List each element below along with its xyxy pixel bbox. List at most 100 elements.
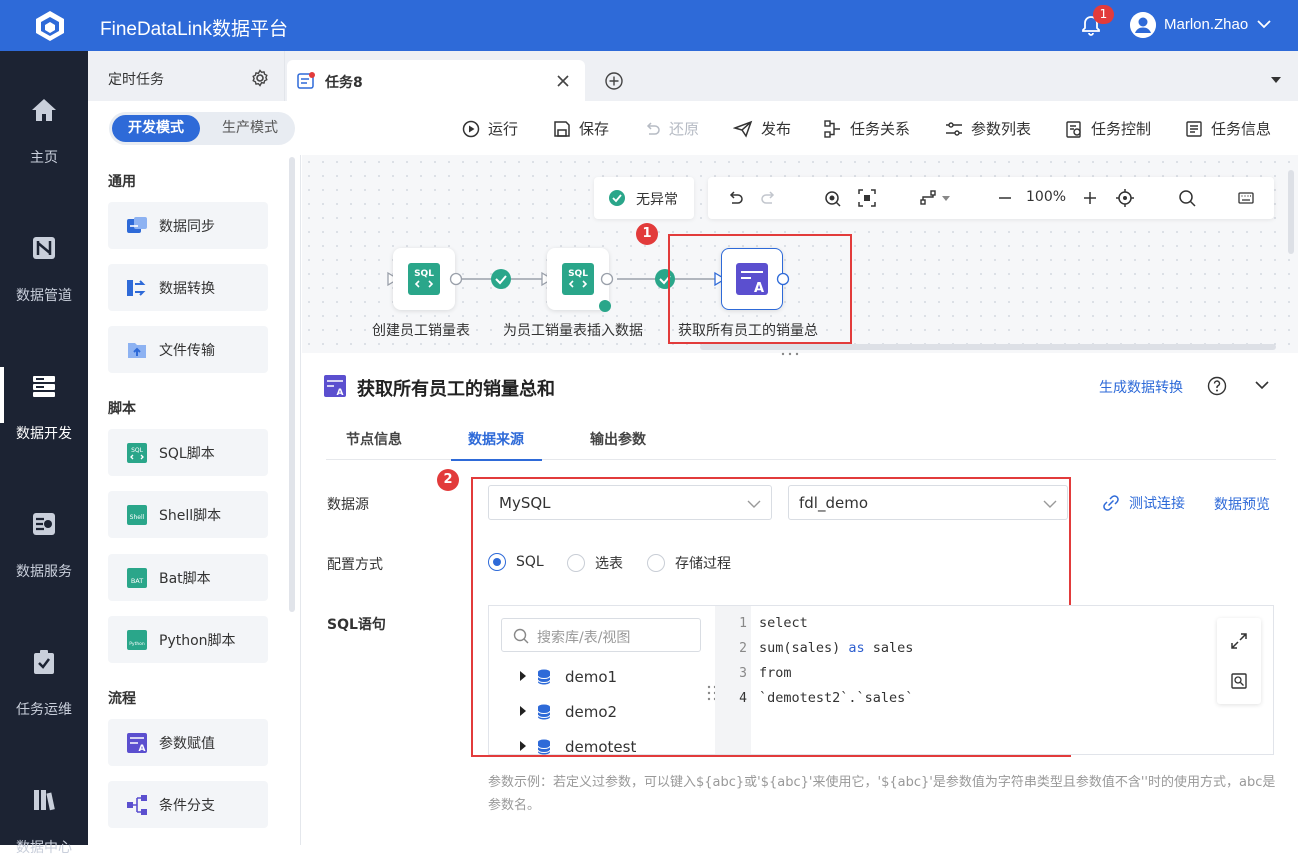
publish-button[interactable]: 发布 xyxy=(733,118,791,139)
nav-label: 数据中心 xyxy=(16,840,72,856)
home-icon xyxy=(32,99,56,121)
nav-item-task-ops[interactable]: 任务运维 xyxy=(0,603,88,723)
code-line[interactable]: `demotest2`.`sales` xyxy=(759,690,913,706)
database-icon xyxy=(537,704,551,720)
app-title: FineDataLink数据平台 xyxy=(100,19,288,40)
palette-item-data-transform[interactable]: 数据转换 xyxy=(108,264,268,311)
play-icon xyxy=(462,120,480,137)
data-dev-icon xyxy=(33,376,55,397)
nav-label: 任务运维 xyxy=(16,702,72,718)
nav-item-home[interactable]: 主页 xyxy=(0,51,88,171)
palette-item-condition-branch[interactable]: 条件分支 xyxy=(108,781,268,828)
select-value: MySQL xyxy=(499,494,551,512)
tab-task8[interactable]: 任务8 xyxy=(287,60,585,101)
datasource-label: 数据源 xyxy=(327,497,369,513)
tab-data-source[interactable]: 数据来源 xyxy=(451,429,542,461)
params-label: 参数列表 xyxy=(971,120,1032,138)
run-label: 运行 xyxy=(488,120,519,138)
datasource-type-select[interactable]: MySQL xyxy=(488,485,772,520)
nav-item-pipeline[interactable]: 数据管道 xyxy=(0,189,88,309)
radio-select-table[interactable]: 选表 xyxy=(567,553,623,573)
expand-arrow-icon[interactable] xyxy=(519,671,527,681)
run-button[interactable]: 运行 xyxy=(462,118,518,139)
select-value: fdl_demo xyxy=(799,494,869,512)
mode-switch: 开发模式 生产模式 xyxy=(109,112,295,145)
user-name[interactable]: Marlon.Zhao xyxy=(1164,16,1248,33)
file-transfer-icon xyxy=(128,343,146,358)
canvas-vscrollbar[interactable] xyxy=(1288,170,1294,254)
sliders-icon xyxy=(946,121,962,136)
palette-item-sql-script[interactable]: SQL SQL脚本 xyxy=(108,429,268,476)
palette-item-data-sync[interactable]: 数据同步 xyxy=(108,202,268,249)
nav-label: 数据管道 xyxy=(16,288,72,304)
workflow-canvas[interactable]: 无异常 100% SQL 创建员工销量表 SQL 为员工销量表插入数据 A 获取… xyxy=(302,155,1298,353)
chevron-down-icon[interactable] xyxy=(1254,379,1270,391)
palette-item-bat-script[interactable]: BAT Bat脚本 xyxy=(108,554,268,601)
expand-arrow-icon[interactable] xyxy=(519,706,527,716)
palette-item-file-transfer[interactable]: 文件传输 xyxy=(108,326,268,373)
add-tab-icon[interactable] xyxy=(604,71,624,91)
code-line[interactable]: sum(sales) as sales xyxy=(759,640,913,656)
expand-icon[interactable] xyxy=(1230,632,1248,650)
output-port-icon[interactable] xyxy=(600,272,614,286)
task-info-button[interactable]: 任务信息 xyxy=(1185,118,1271,139)
palette-item-label: 参数赋值 xyxy=(159,736,215,752)
test-connection-button[interactable]: 测试连接 xyxy=(1102,493,1185,513)
tab-label: 定时任务 xyxy=(108,72,164,88)
radio-sql[interactable]: SQL xyxy=(488,553,544,571)
branch-port-icon[interactable] xyxy=(598,299,612,313)
tab-label: 任务8 xyxy=(325,75,363,91)
search-placeholder: 搜索库/表/视图 xyxy=(537,630,631,646)
data-sync-icon xyxy=(127,217,147,233)
nav-item-data-center[interactable]: 数据中心 xyxy=(0,741,88,861)
canvas-hscrollbar[interactable] xyxy=(700,344,1276,350)
nav-item-data-dev[interactable]: 数据开发 xyxy=(0,327,88,447)
tab-node-info[interactable]: 节点信息 xyxy=(346,429,402,449)
task-relations-button[interactable]: 任务关系 xyxy=(824,118,910,139)
radio-circle xyxy=(488,553,506,571)
nav-item-data-service[interactable]: 数据服务 xyxy=(0,465,88,585)
datasource-name-select[interactable]: fdl_demo xyxy=(788,485,1068,520)
svg-text:A: A xyxy=(337,388,344,397)
restore-button[interactable]: 还原 xyxy=(643,118,699,139)
generate-transform-link[interactable]: 生成数据转换 xyxy=(1099,377,1183,397)
palette-scrollbar[interactable] xyxy=(289,157,295,612)
data-preview-link[interactable]: 数据预览 xyxy=(1214,494,1270,514)
close-icon[interactable] xyxy=(556,74,570,88)
palette-item-label: Python脚本 xyxy=(159,633,236,649)
prod-mode-button[interactable]: 生产模式 xyxy=(207,115,293,142)
shell-script-icon: Shell xyxy=(127,505,147,525)
line-gutter: 1 2 3 4 xyxy=(715,606,751,754)
palette-group-title: 脚本 xyxy=(108,401,136,417)
palette-item-label: 条件分支 xyxy=(159,798,215,814)
code-line[interactable]: select xyxy=(759,615,808,631)
expand-arrow-icon[interactable] xyxy=(519,741,527,751)
panel-title: 获取所有员工的销量总和 xyxy=(357,379,555,400)
task-control-button[interactable]: 任务控制 xyxy=(1065,118,1151,139)
radio-stored-procedure[interactable]: 存储过程 xyxy=(647,553,731,573)
tab-scheduled-tasks[interactable]: 定时任务 xyxy=(88,51,285,101)
palette-item-label: 数据转换 xyxy=(159,281,215,297)
format-icon[interactable] xyxy=(1230,672,1248,690)
chevron-down-icon[interactable] xyxy=(1256,18,1272,30)
gear-icon[interactable] xyxy=(251,69,269,87)
palette-item-shell-script[interactable]: Shell Shell脚本 xyxy=(108,491,268,538)
line-number: 3 xyxy=(739,666,747,681)
database-icon xyxy=(537,669,551,685)
avatar[interactable] xyxy=(1130,12,1156,38)
dev-mode-button[interactable]: 开发模式 xyxy=(112,115,200,142)
tab-output-params[interactable]: 输出参数 xyxy=(590,429,646,449)
help-icon[interactable] xyxy=(1207,376,1227,396)
workflow-node-create-table[interactable]: SQL xyxy=(393,248,455,310)
code-line[interactable]: from xyxy=(759,665,792,681)
param-list-button[interactable]: 参数列表 xyxy=(945,118,1031,139)
left-nav: 主页 数据管道 数据开发 数据服务 任务运维 数据中心 xyxy=(0,51,88,856)
palette-item-python-script[interactable]: Python Python脚本 xyxy=(108,616,268,663)
info-doc-icon xyxy=(1186,120,1202,137)
palette-item-param-assign[interactable]: A 参数赋值 xyxy=(108,719,268,766)
save-button[interactable]: 保存 xyxy=(553,118,609,139)
step-marker: 2 xyxy=(437,469,459,491)
tab-menu-icon[interactable] xyxy=(1270,76,1282,84)
output-port-icon[interactable] xyxy=(449,272,463,286)
tree-search-input[interactable]: 搜索库/表/视图 xyxy=(501,618,701,652)
